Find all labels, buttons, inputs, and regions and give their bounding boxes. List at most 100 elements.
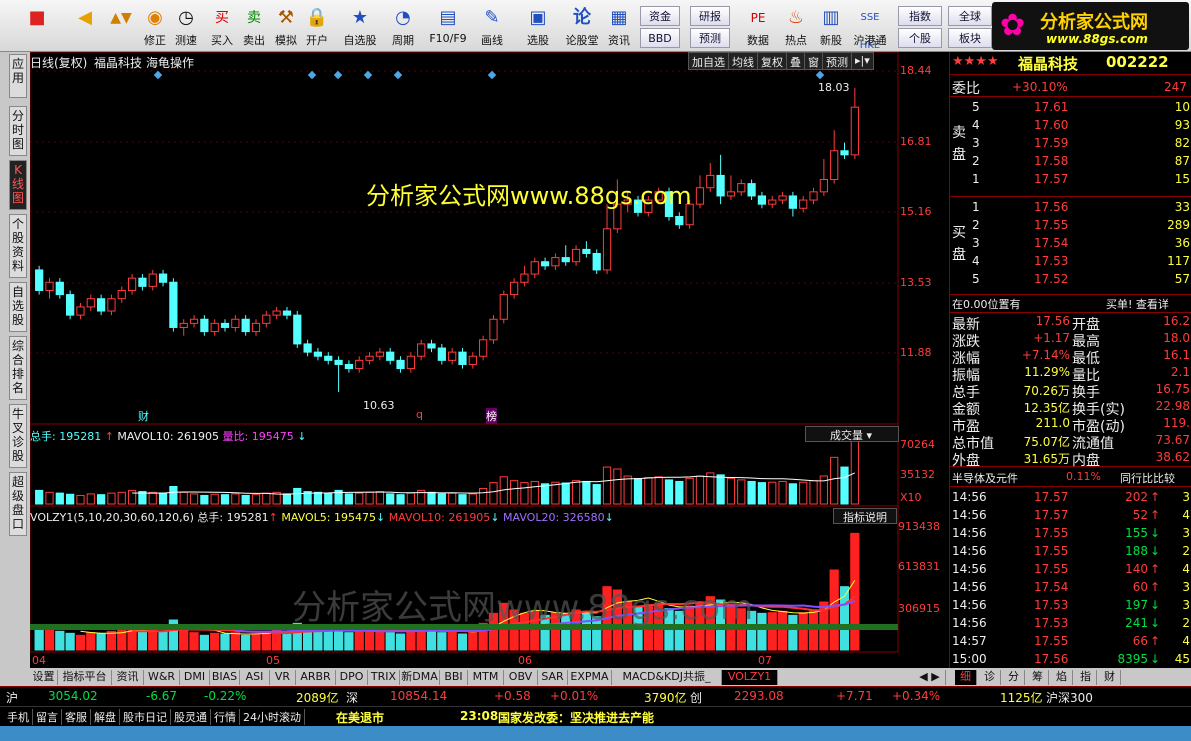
indicator-tab[interactable]: MTM: [468, 670, 504, 685]
ma-button[interactable]: 均线: [729, 53, 758, 69]
status-link[interactable]: 股灵通: [171, 709, 211, 725]
speedtest-button[interactable]: ◷ 测速: [171, 4, 201, 50]
nav-apps[interactable]: 应用: [9, 54, 27, 98]
simulate-button[interactable]: ⚒ 模拟: [272, 4, 300, 50]
right-tab[interactable]: 诊: [979, 670, 1001, 685]
sector-button[interactable]: 板块: [948, 28, 992, 48]
news-headline-1[interactable]: 在美退市: [336, 709, 384, 726]
data-button[interactable]: PE 数据: [742, 4, 774, 50]
draw-line-button[interactable]: ✎ 画线: [474, 4, 510, 50]
indicator-tab[interactable]: 指标平台: [58, 670, 112, 685]
indicator-tab[interactable]: TRIX: [368, 670, 400, 685]
index-button[interactable]: 指数: [898, 6, 942, 26]
buy-button[interactable]: 买买入: [208, 4, 236, 50]
status-link[interactable]: 股市日记: [120, 709, 171, 725]
expand-icon[interactable]: ▸|▾: [852, 53, 873, 69]
sell-price[interactable]: 17.59: [1034, 136, 1068, 150]
indicator-tab[interactable]: VOLZY1: [722, 670, 778, 685]
stock-picker-button[interactable]: ▣ 选股: [518, 4, 558, 50]
status-link[interactable]: 解盘: [91, 709, 120, 725]
sell-price[interactable]: 17.57: [1034, 172, 1068, 186]
bbd-button[interactable]: BBD: [640, 28, 680, 48]
indicator-help-button[interactable]: 指标说明: [833, 508, 897, 524]
indicator-tab[interactable]: 新DMA: [400, 670, 440, 685]
nav-level2[interactable]: 超级盘口: [9, 472, 27, 536]
news-headline-2[interactable]: 国家发改委：坚决推进去产能: [498, 709, 654, 726]
status-link[interactable]: 24小时滚动: [240, 709, 305, 725]
right-tab[interactable]: 筹: [1027, 670, 1049, 685]
indicator-tab[interactable]: EXPMA: [568, 670, 612, 685]
status-link[interactable]: 手机: [4, 709, 33, 725]
hs300-label[interactable]: 沪深300: [1046, 689, 1093, 706]
predict-button[interactable]: 预测: [823, 53, 852, 69]
up-down-button[interactable]: ▲▼: [106, 4, 136, 50]
hotspot-button[interactable]: ♨ 热点: [780, 4, 812, 50]
indicator-tab[interactable]: BIAS: [210, 670, 240, 685]
right-tab[interactable]: 细: [955, 670, 977, 685]
buy-price[interactable]: 17.53: [1034, 254, 1068, 268]
peer-compare-link[interactable]: 同行比比较: [1120, 470, 1175, 486]
stock-button[interactable]: 个股: [898, 28, 942, 48]
status-link[interactable]: 行情: [211, 709, 240, 725]
adjust-button[interactable]: 复权: [758, 53, 787, 69]
right-tab[interactable]: 指: [1075, 670, 1097, 685]
open-account-button[interactable]: 🔒 开户: [303, 4, 331, 50]
indicator-tab[interactable]: 资讯: [112, 670, 144, 685]
indicator-tab[interactable]: OBV: [504, 670, 538, 685]
home-icon[interactable]: ■: [22, 4, 52, 50]
period-button[interactable]: ◔ 周期: [385, 4, 421, 50]
add-watch-button[interactable]: 加自选: [689, 53, 729, 69]
hk-connect-button[interactable]: SSE HKE 沪港通: [850, 4, 890, 51]
status-link[interactable]: 客服: [62, 709, 91, 725]
indicator-tab[interactable]: DPO: [336, 670, 368, 685]
kline-chart[interactable]: [30, 52, 947, 668]
global-button[interactable]: 全球: [948, 6, 992, 26]
research-button[interactable]: 研报: [690, 6, 730, 26]
sell-price[interactable]: 17.58: [1034, 154, 1068, 168]
nav-intraday[interactable]: 分时图: [9, 106, 27, 156]
nav-diagnosis[interactable]: 牛叉诊股: [9, 404, 27, 468]
buy-price[interactable]: 17.55: [1034, 218, 1068, 232]
position-detail-link[interactable]: 买单! 查看详: [1106, 296, 1169, 312]
sell-button[interactable]: 卖卖出: [240, 4, 268, 50]
volume-dropdown[interactable]: 成交量 ▾: [805, 426, 899, 442]
finance-marker[interactable]: 财: [138, 408, 149, 424]
sector-name[interactable]: 半导体及元件: [952, 470, 1018, 486]
rank-marker[interactable]: 榜: [486, 408, 497, 424]
news-button[interactable]: ▦ 资讯: [604, 4, 634, 50]
status-link[interactable]: 留言: [33, 709, 62, 725]
indicator-tab[interactable]: W&R: [144, 670, 180, 685]
chart-area[interactable]: 日线(复权) 福晶科技 海龟操作 加自选 均线 复权 叠 窗 预测 ▸|▾ 18…: [30, 52, 947, 668]
nav-ranking[interactable]: 综合排名: [9, 336, 27, 400]
nav-kline[interactable]: K线图: [9, 160, 27, 210]
q-marker[interactable]: q: [416, 408, 423, 421]
back-icon[interactable]: ◀: [70, 4, 100, 50]
indicator-tab[interactable]: ASI: [240, 670, 270, 685]
new-stock-button[interactable]: ▥ 新股: [815, 4, 847, 50]
forum-button[interactable]: 论论股堂: [562, 4, 602, 50]
indicator-tab[interactable]: DMI: [180, 670, 210, 685]
indicator-tab[interactable]: VR: [270, 670, 296, 685]
fund-button[interactable]: 资金: [640, 6, 680, 26]
window-button[interactable]: 窗: [805, 53, 823, 69]
revise-button[interactable]: ◉ 修正: [140, 4, 170, 50]
indicator-tab[interactable]: ARBR: [296, 670, 336, 685]
nav-profile[interactable]: 个股资料: [9, 214, 27, 278]
buy-price[interactable]: 17.54: [1034, 236, 1068, 250]
indicator-tab[interactable]: BBI: [440, 670, 468, 685]
right-tab[interactable]: 焰: [1051, 670, 1073, 685]
right-tab[interactable]: 分: [1003, 670, 1025, 685]
overlay-button[interactable]: 叠: [787, 53, 805, 69]
indicator-tab[interactable]: MACD&KDJ共振_: [612, 670, 722, 685]
sell-price[interactable]: 17.61: [1034, 100, 1068, 114]
indicator-tab[interactable]: SAR: [538, 670, 568, 685]
nav-watchlist[interactable]: 自选股: [9, 282, 27, 332]
sell-price[interactable]: 17.60: [1034, 118, 1068, 132]
right-tab[interactable]: 财: [1099, 670, 1121, 685]
buy-price[interactable]: 17.56: [1034, 200, 1068, 214]
buy-price[interactable]: 17.52: [1034, 272, 1068, 286]
f10-button[interactable]: ▤ F10/F9: [426, 4, 470, 50]
watchlist-button[interactable]: ★ 自选股: [340, 4, 380, 50]
tab-scroll-icon[interactable]: ◀ ▶: [914, 670, 946, 685]
indicator-tab[interactable]: 设置: [30, 670, 58, 685]
